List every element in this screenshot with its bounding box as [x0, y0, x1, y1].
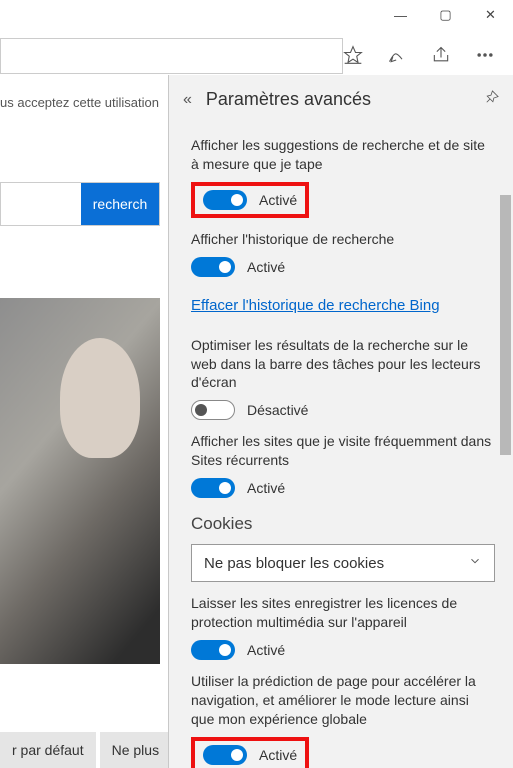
toggle-state: Activé	[247, 480, 285, 496]
setting-search-suggestions: Afficher les suggestions de recherche et…	[191, 136, 495, 218]
cookies-section-header: Cookies	[191, 514, 495, 534]
setting-label: Laisser les sites enregistrer les licenc…	[191, 594, 495, 632]
maximize-button[interactable]: ▢	[423, 0, 468, 30]
search-button[interactable]: recherch	[81, 183, 159, 225]
setting-label: Utiliser la prédiction de page pour accé…	[191, 672, 495, 729]
highlight-box: Activé	[191, 737, 309, 768]
setting-label: Afficher les sites que je visite fréquem…	[191, 432, 495, 470]
cookie-banner-fragment: us acceptez cette utilisation	[0, 75, 184, 122]
favorites-icon[interactable]	[343, 45, 363, 68]
advanced-settings-flyout: « Paramètres avancés Afficher les sugges…	[168, 75, 513, 768]
flyout-scrollbar[interactable]	[498, 75, 513, 768]
toggle-state: Activé	[259, 747, 297, 763]
setting-search-history: Afficher l'historique de recherche Activ…	[191, 230, 495, 277]
bottom-buttons: r par défaut Ne plus	[0, 732, 175, 768]
share-icon[interactable]	[431, 45, 451, 68]
notes-icon[interactable]	[387, 45, 407, 68]
toggle-state: Activé	[247, 259, 285, 275]
minimize-button[interactable]: —	[378, 0, 423, 30]
window-controls: — ▢ ✕	[378, 0, 513, 30]
setting-frequent-sites: Afficher les sites que je visite fréquem…	[191, 432, 495, 498]
toggle-page-prediction[interactable]	[203, 745, 247, 765]
toggle-frequent-sites[interactable]	[191, 478, 235, 498]
toggle-state: Activé	[259, 192, 297, 208]
setting-page-prediction: Utiliser la prédiction de page pour accé…	[191, 672, 495, 768]
cookies-select-value: Ne pas bloquer les cookies	[204, 555, 384, 572]
search-input[interactable]	[1, 183, 81, 225]
setting-media-licenses: Laisser les sites enregistrer les licenc…	[191, 594, 495, 660]
address-bar[interactable]	[0, 38, 343, 74]
flyout-title: Paramètres avancés	[206, 89, 469, 110]
close-button[interactable]: ✕	[468, 0, 513, 30]
flyout-body: Afficher les suggestions de recherche et…	[169, 122, 513, 768]
setting-label: Afficher l'historique de recherche	[191, 230, 495, 249]
toggle-search-history[interactable]	[191, 257, 235, 277]
back-icon[interactable]: «	[183, 91, 192, 109]
toggle-screen-reader[interactable]	[191, 400, 235, 420]
flyout-header: « Paramètres avancés	[169, 75, 513, 122]
toggle-state: Désactivé	[247, 402, 308, 418]
toggle-search-suggestions[interactable]	[203, 190, 247, 210]
setting-label: Afficher les suggestions de recherche et…	[191, 136, 495, 174]
toolbar-right	[343, 38, 513, 74]
clear-bing-history-link[interactable]: Effacer l'historique de recherche Bing	[191, 297, 440, 314]
page-background: us acceptez cette utilisation recherch	[0, 75, 190, 768]
highlight-box: Activé	[191, 182, 309, 218]
pin-icon[interactable]	[483, 90, 499, 109]
cookies-select[interactable]: Ne pas bloquer les cookies	[191, 544, 495, 582]
search-bar: recherch	[0, 182, 160, 226]
article-image	[0, 298, 160, 664]
toggle-media-licenses[interactable]	[191, 640, 235, 660]
default-button-fragment[interactable]: r par défaut	[0, 732, 96, 768]
more-icon[interactable]	[475, 45, 495, 68]
setting-label: Optimiser les résultats de la recherche …	[191, 336, 495, 393]
chevron-down-icon	[468, 554, 482, 572]
setting-screen-reader: Optimiser les résultats de la recherche …	[191, 336, 495, 421]
toggle-state: Activé	[247, 642, 285, 658]
scrollbar-thumb[interactable]	[500, 195, 511, 455]
no-more-button-fragment[interactable]: Ne plus	[100, 732, 171, 768]
